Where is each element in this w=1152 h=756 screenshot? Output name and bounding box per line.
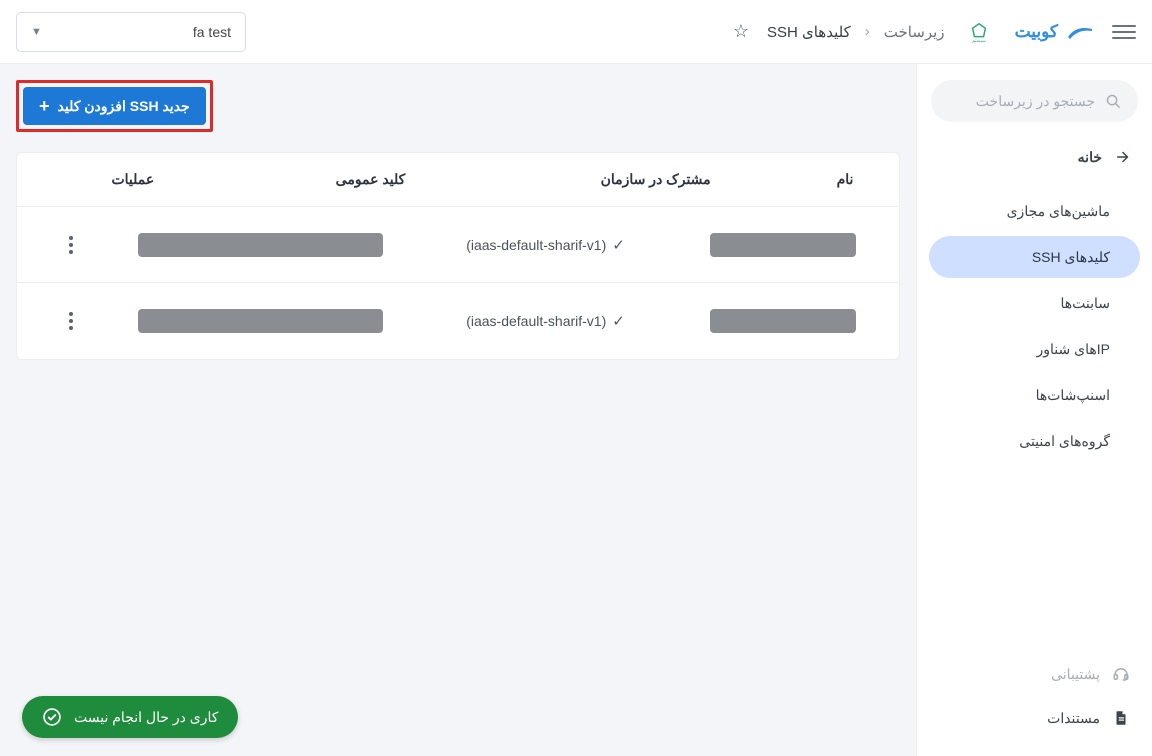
pubkey-redacted <box>138 309 383 333</box>
sidebar-item-label: کلیدهای SSH <box>1032 249 1110 266</box>
sidebar-docs-label: مستندات <box>1047 710 1100 727</box>
caret-down-icon: ▼ <box>31 26 42 38</box>
main-content: + افزودن کلید SSH جدید نام مشترک در سازم… <box>0 64 916 756</box>
shared-org-text: (iaas-default-sharif-v1) <box>466 237 606 253</box>
breadcrumb-root[interactable]: زیرساخت <box>884 23 945 41</box>
organization-selected-label: fa test <box>193 24 231 40</box>
sidebar: جستجو در زیرساخت خانه ماشین‌های مجازی کل… <box>916 64 1152 756</box>
app-header: کوبیت سیستم زیرساخت ‹ کلیدهای SSH ☆ ▼ fa… <box>0 0 1152 64</box>
col-shared: مشترک در سازمان <box>506 171 805 188</box>
table-row: (iaas-default-sharif-v1) ✓ <box>17 207 899 283</box>
plus-icon: + <box>39 97 50 115</box>
row-actions-menu[interactable] <box>57 231 85 259</box>
add-button-label: افزودن کلید SSH جدید <box>58 98 190 115</box>
brand-logo[interactable]: کوبیت <box>1015 22 1094 42</box>
headset-icon <box>1112 665 1130 683</box>
ssh-keys-table: نام مشترک در سازمان کلید عمومی عملیات (i… <box>16 152 900 360</box>
sidebar-item-vms[interactable]: ماشین‌های مجازی <box>929 190 1140 232</box>
organization-select[interactable]: ▼ fa test <box>16 12 246 52</box>
sidebar-home-label: خانه <box>1078 149 1102 166</box>
sidebar-item-label: گروه‌های امنیتی <box>1019 433 1110 450</box>
chevron-left-icon: ‹ <box>865 23 870 40</box>
search-icon <box>1105 93 1122 110</box>
check-icon: ✓ <box>612 236 625 254</box>
shared-cell: (iaas-default-sharif-v1) ✓ <box>410 236 682 254</box>
search-input[interactable]: جستجو در زیرساخت <box>931 80 1138 122</box>
row-actions-menu[interactable] <box>57 307 85 335</box>
brand-wave-icon <box>1066 23 1094 41</box>
table-header: نام مشترک در سازمان کلید عمومی عملیات <box>17 153 899 207</box>
sidebar-item-ssh-keys[interactable]: کلیدهای SSH <box>929 236 1140 278</box>
check-circle-icon <box>42 707 62 727</box>
pubkey-redacted <box>138 233 383 257</box>
star-outline-icon[interactable]: ☆ <box>733 21 749 42</box>
hamburger-menu-icon[interactable] <box>1112 20 1136 44</box>
check-icon: ✓ <box>612 312 625 330</box>
search-placeholder: جستجو در زیرساخت <box>976 93 1095 110</box>
brand-text: کوبیت <box>1015 22 1058 42</box>
status-text: کاری در حال انجام نیست <box>74 709 218 726</box>
sidebar-item-floating-ips[interactable]: IPهای شناور <box>929 328 1140 370</box>
sidebar-item-label: اسنپ‌شات‌ها <box>1036 387 1110 404</box>
sidebar-item-label: IPهای شناور <box>1037 341 1110 358</box>
table-row: (iaas-default-sharif-v1) ✓ <box>17 283 899 359</box>
col-actions: عملیات <box>31 171 235 188</box>
shared-cell: (iaas-default-sharif-v1) ✓ <box>410 312 682 330</box>
sidebar-item-security-groups[interactable]: گروه‌های امنیتی <box>929 420 1140 462</box>
document-icon <box>1112 709 1130 727</box>
shared-org-text: (iaas-default-sharif-v1) <box>466 313 606 329</box>
add-button-highlight: + افزودن کلید SSH جدید <box>16 80 213 132</box>
svg-text:سیستم: سیستم <box>972 38 986 43</box>
org-icon: سیستم <box>965 18 993 46</box>
name-redacted <box>710 309 857 333</box>
status-pill[interactable]: کاری در حال انجام نیست <box>22 696 238 738</box>
sidebar-item-snapshots[interactable]: اسنپ‌شات‌ها <box>929 374 1140 416</box>
name-redacted <box>710 233 857 257</box>
arrow-right-icon <box>1114 148 1132 166</box>
add-ssh-key-button[interactable]: + افزودن کلید SSH جدید <box>23 87 206 125</box>
breadcrumb: زیرساخت ‹ کلیدهای SSH ☆ <box>733 21 945 42</box>
sidebar-docs[interactable]: مستندات <box>917 696 1152 740</box>
sidebar-home[interactable]: خانه <box>917 134 1152 180</box>
col-name: نام <box>805 171 885 188</box>
sidebar-item-label: سابنت‌ها <box>1060 295 1110 312</box>
sidebar-support-label: پشتیبانی <box>1051 666 1100 683</box>
sidebar-item-subnets[interactable]: سابنت‌ها <box>929 282 1140 324</box>
sidebar-item-label: ماشین‌های مجازی <box>1007 203 1110 220</box>
sidebar-support[interactable]: پشتیبانی <box>917 652 1152 696</box>
breadcrumb-current: کلیدهای SSH <box>767 23 851 41</box>
col-pubkey: کلید عمومی <box>235 171 507 188</box>
